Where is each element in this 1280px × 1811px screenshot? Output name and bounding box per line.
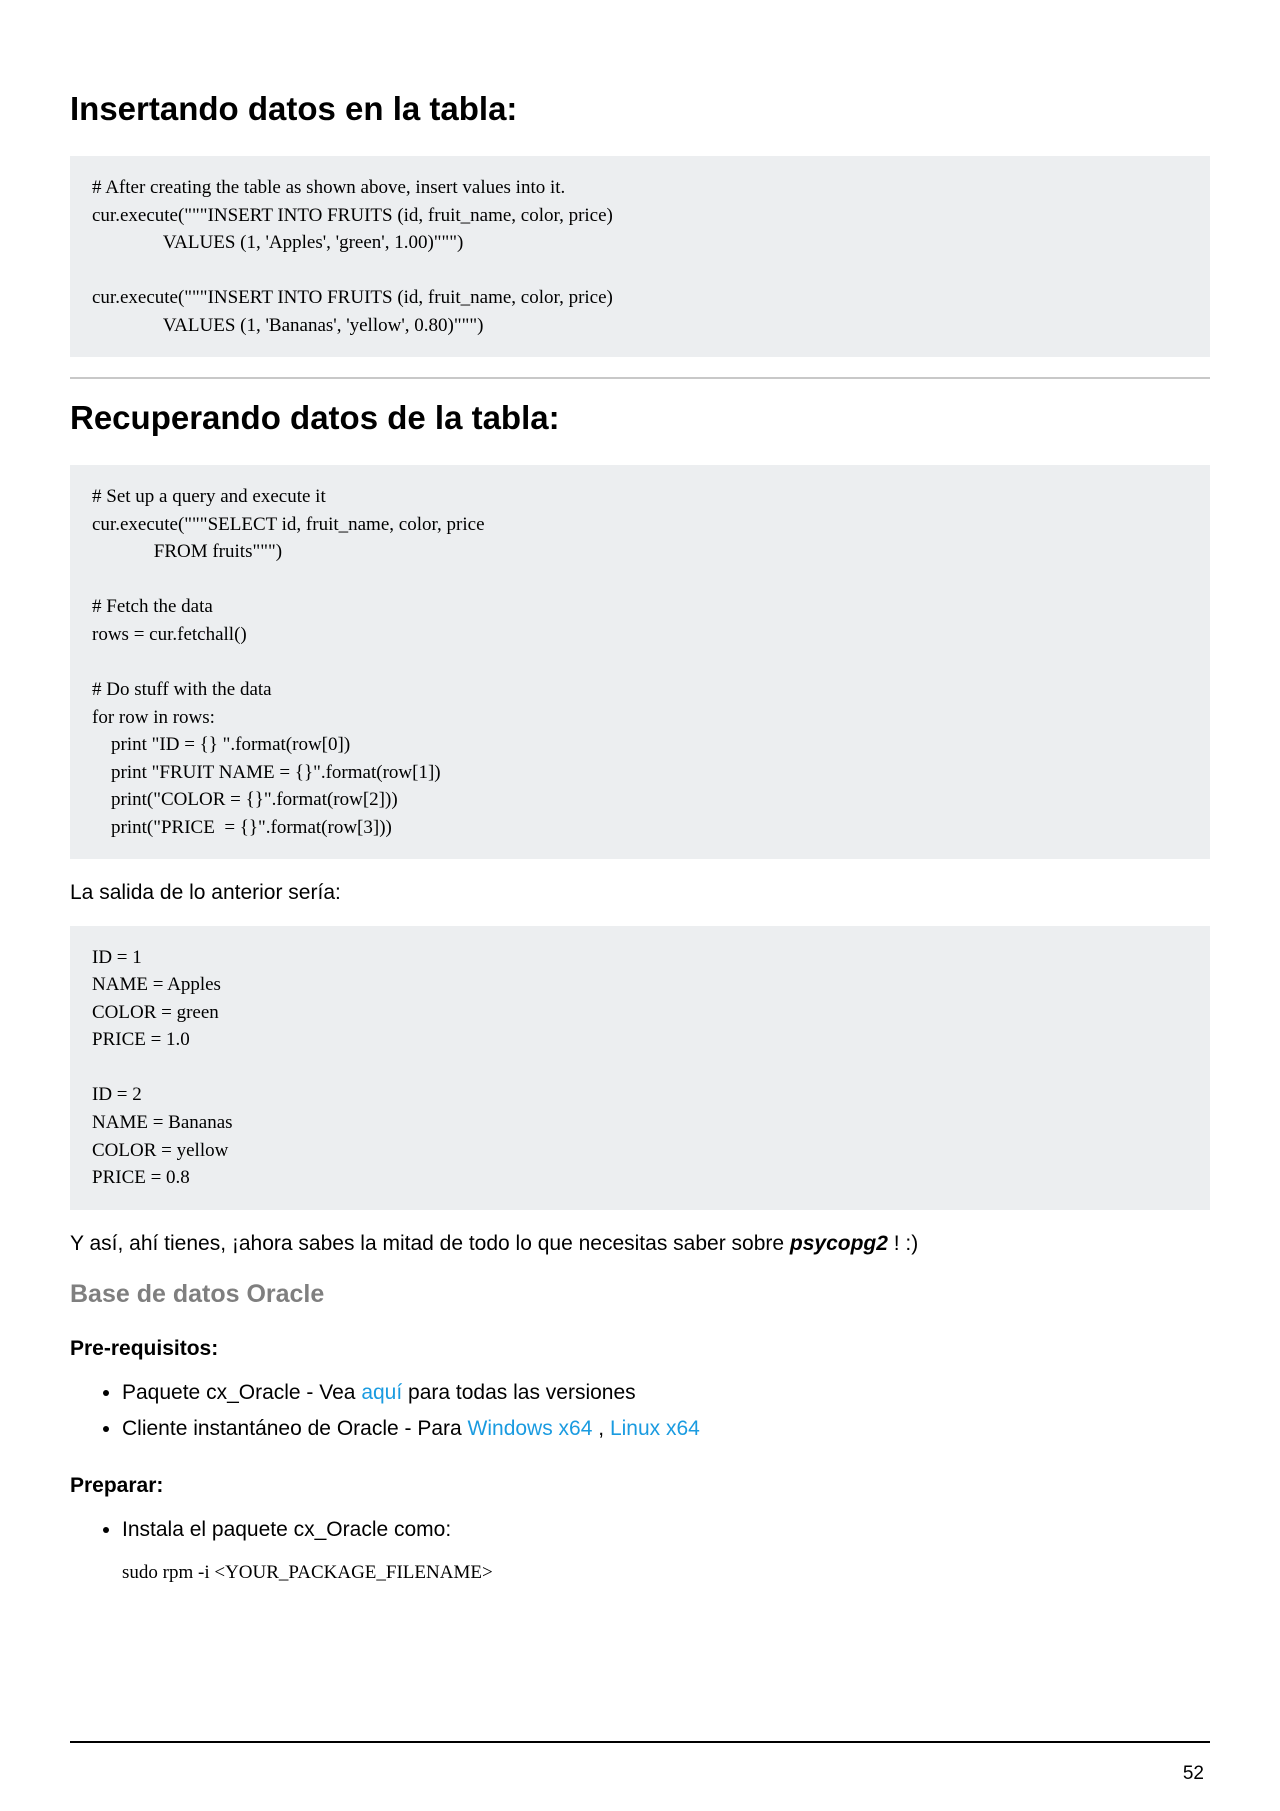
footer-rule bbox=[70, 1741, 1210, 1743]
psycopg-text-after: ! :) bbox=[888, 1232, 918, 1255]
link-linux[interactable]: Linux x64 bbox=[610, 1417, 700, 1440]
li1-before: Paquete cx_Oracle - Vea bbox=[122, 1381, 361, 1404]
heading-prereq: Pre-requisitos: bbox=[70, 1337, 1210, 1361]
page-number: 52 bbox=[1183, 1763, 1204, 1785]
link-windows[interactable]: Windows x64 bbox=[468, 1417, 593, 1440]
code-inline-rpm: sudo rpm -i <YOUR_PACKAGE_FILENAME> bbox=[122, 1562, 1210, 1584]
psycopg-paragraph: Y así, ahí tienes, ¡ahora sabes la mitad… bbox=[70, 1230, 1210, 1258]
heading-retrieve: Recuperando datos de la tabla: bbox=[70, 399, 1210, 437]
li1-after: para todas las versiones bbox=[402, 1381, 635, 1404]
code-block-insert: # After creating the table as shown abov… bbox=[70, 156, 1210, 357]
li2-before: Cliente instantáneo de Oracle - Para bbox=[122, 1417, 468, 1440]
code-block-output: ID = 1 NAME = Apples COLOR = green PRICE… bbox=[70, 926, 1210, 1210]
code-block-select: # Set up a query and execute it cur.exec… bbox=[70, 465, 1210, 859]
list-item: Cliente instantáneo de Oracle - Para Win… bbox=[122, 1411, 1210, 1447]
setup-list: Instala el paquete cx_Oracle como: bbox=[122, 1512, 1210, 1548]
output-label: La salida de lo anterior sería: bbox=[70, 879, 1210, 907]
li3-text: Instala el paquete cx_Oracle como: bbox=[122, 1518, 451, 1541]
li2-mid: , bbox=[592, 1417, 610, 1440]
psycopg-text-before: Y así, ahí tienes, ¡ahora sabes la mitad… bbox=[70, 1232, 790, 1255]
heading-insert: Insertando datos en la tabla: bbox=[70, 90, 1210, 128]
list-item: Paquete cx_Oracle - Vea aquí para todas … bbox=[122, 1375, 1210, 1411]
document-page: Insertando datos en la tabla: # After cr… bbox=[0, 0, 1280, 1811]
heading-setup: Preparar: bbox=[70, 1474, 1210, 1498]
section-divider bbox=[70, 377, 1210, 379]
link-aqui[interactable]: aquí bbox=[361, 1381, 402, 1404]
psycopg-name: psycopg2 bbox=[790, 1232, 888, 1255]
heading-oracle: Base de datos Oracle bbox=[70, 1280, 1210, 1309]
prereq-list: Paquete cx_Oracle - Vea aquí para todas … bbox=[122, 1375, 1210, 1446]
list-item: Instala el paquete cx_Oracle como: bbox=[122, 1512, 1210, 1548]
